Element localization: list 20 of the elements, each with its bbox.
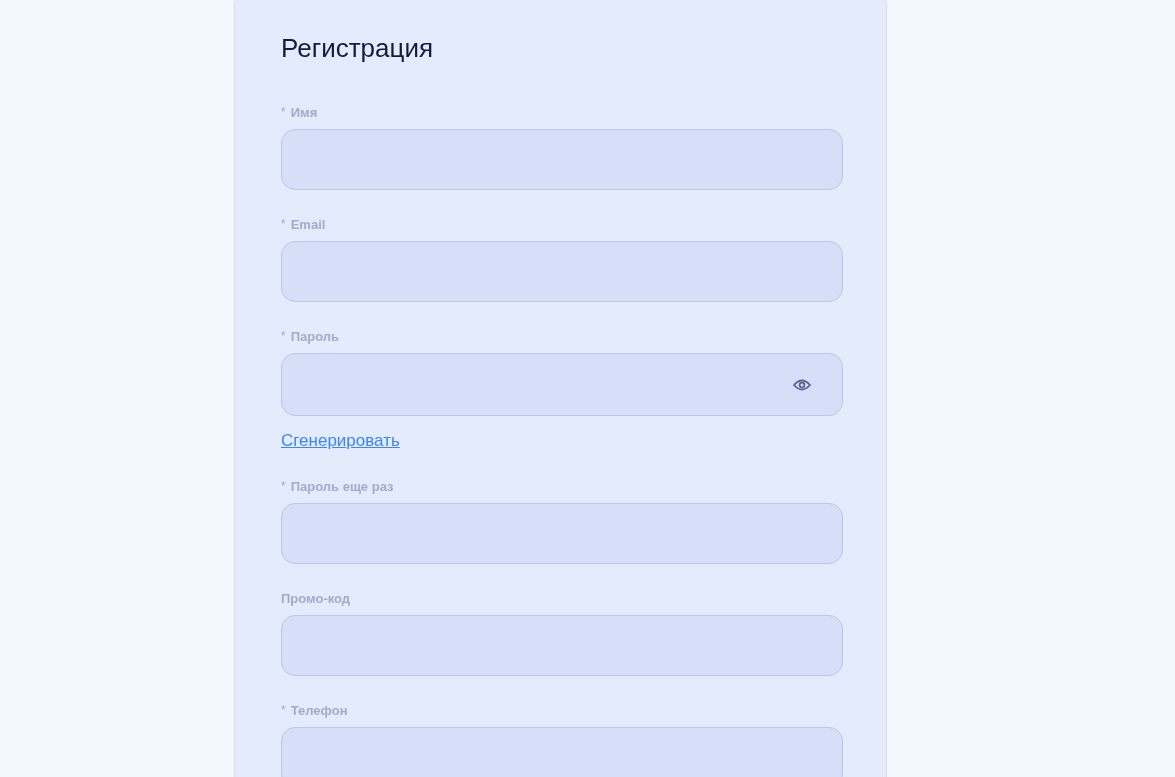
form-title: Регистрация	[281, 32, 434, 65]
input-field[interactable]	[281, 727, 843, 777]
required-mark: *	[281, 479, 286, 493]
field-label: Промо-код	[281, 590, 351, 606]
required-mark: *	[281, 105, 286, 119]
required-mark: *	[281, 329, 286, 343]
input-field[interactable]	[281, 615, 843, 676]
input-field[interactable]	[281, 241, 843, 302]
input-field[interactable]	[281, 503, 843, 564]
required-mark: *	[281, 703, 286, 717]
field-label: Пароль	[290, 328, 340, 344]
field-label: Пароль еще раз	[290, 478, 394, 494]
input-field[interactable]	[281, 129, 843, 190]
password-field[interactable]	[281, 353, 843, 416]
required-mark: *	[281, 217, 286, 231]
field-label: Имя	[290, 104, 318, 120]
generate-link[interactable]: Сгенерировать	[281, 430, 400, 452]
field-label: Телефон	[290, 702, 348, 718]
eye-icon[interactable]	[793, 378, 811, 391]
field-label: Email	[290, 216, 326, 232]
